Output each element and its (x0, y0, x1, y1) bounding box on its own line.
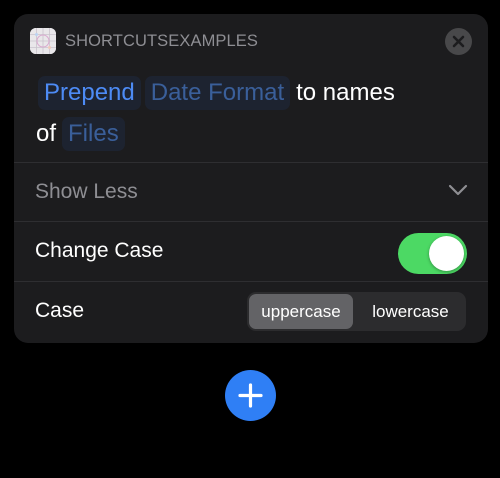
close-icon (452, 35, 465, 48)
case-segmented-control: uppercase lowercase (247, 292, 466, 331)
show-less-row[interactable]: Show Less (14, 163, 488, 221)
toggle-knob (429, 236, 464, 271)
plus-icon (238, 383, 263, 408)
case-label: Case (35, 299, 85, 322)
action-card: SHORTCUTSEXAMPLES Prepend Date Format to n… (14, 14, 488, 343)
prepend-parameter[interactable]: Prepend (38, 76, 141, 110)
change-case-row: Change Case (14, 222, 488, 280)
close-button[interactable] (445, 28, 472, 55)
files-token[interactable]: Files (62, 117, 125, 151)
app-name: SHORTCUTSEXAMPLES (65, 32, 259, 50)
action-sentence: Prepend Date Format to names of Files (36, 72, 476, 154)
sentence-of-label: of (36, 120, 57, 147)
segment-uppercase[interactable]: uppercase (249, 294, 353, 329)
change-case-label: Change Case (35, 239, 164, 262)
segment-lowercase[interactable]: lowercase (357, 294, 464, 329)
change-case-toggle[interactable] (398, 233, 467, 274)
date-format-token[interactable]: Date Format (144, 76, 291, 110)
sentence-connector: to names (296, 79, 395, 106)
add-action-button[interactable] (225, 370, 276, 421)
show-less-label: Show Less (35, 180, 138, 203)
chevron-down-icon (448, 184, 468, 196)
case-row: Case uppercase lowercase (14, 282, 488, 340)
shortcuts-app-icon (30, 28, 56, 54)
card-header: SHORTCUTSEXAMPLES (14, 14, 488, 69)
